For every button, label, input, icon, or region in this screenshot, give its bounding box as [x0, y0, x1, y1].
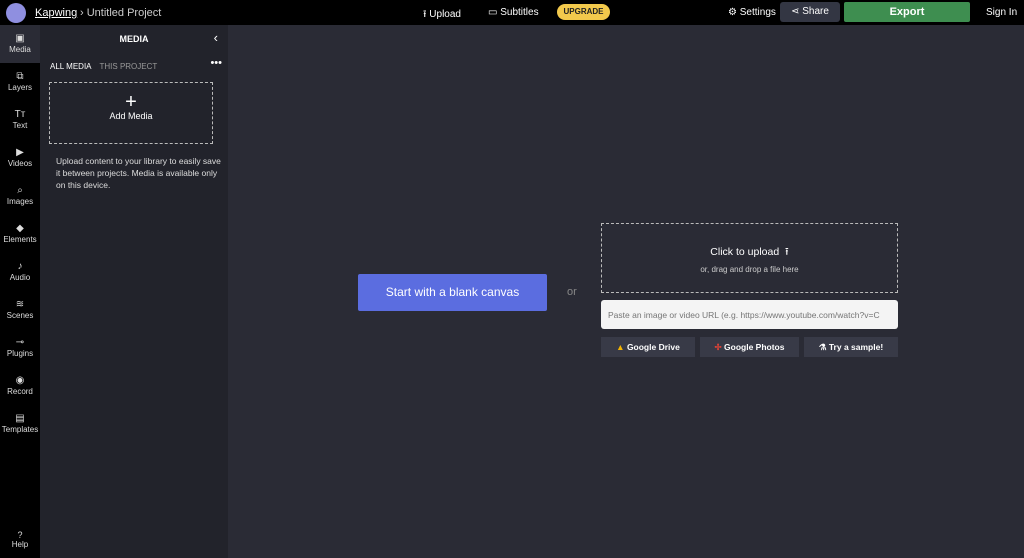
or-label: or [567, 286, 577, 298]
share-label: Share [802, 6, 829, 17]
media-icon: ▣ [15, 33, 25, 44]
sidebar-item-record[interactable]: ◉ Record [0, 367, 40, 405]
tab-all-media[interactable]: ALL MEDIA [50, 62, 92, 71]
click-upload-label: Click to upload [710, 246, 780, 258]
media-description: Upload content to your library to easily… [56, 156, 221, 190]
record-icon: ◉ [15, 375, 25, 386]
sign-in-button[interactable]: Sign In [986, 7, 1017, 18]
top-bar: Kapwing › Untitled Project ⭱ Upload ▭ Su… [0, 0, 1024, 25]
templates-icon: ▤ [15, 413, 25, 424]
drag-drop-hint: or, drag and drop a file here [700, 265, 799, 274]
sidebar-item-label: Record [7, 387, 33, 396]
sidebar-item-label: Templates [1, 425, 39, 434]
scenes-icon: ≋ [15, 299, 25, 310]
blank-canvas-button[interactable]: Start with a blank canvas [358, 274, 547, 311]
add-media-label: Add Media [109, 111, 153, 121]
breadcrumb-separator: › [80, 7, 84, 19]
sidebar-item-label: Text [12, 121, 28, 130]
project-title[interactable]: › Untitled Project [80, 7, 161, 19]
subtitles-button[interactable]: ▭ Subtitles [488, 7, 539, 18]
google-drive-button[interactable]: ▲ Google Drive [601, 337, 695, 357]
upload-label: Upload [429, 9, 461, 20]
upload-dropzone[interactable]: Click to upload ⭱ or, drag and drop a fi… [601, 223, 898, 293]
collapse-panel-icon[interactable]: ‹ [214, 30, 218, 45]
elements-icon: ◆ [16, 223, 24, 234]
tab-this-project[interactable]: THIS PROJECT [100, 62, 158, 71]
sidebar-item-images[interactable]: ⌕ Images [0, 177, 40, 215]
sidebar-item-label: Elements [3, 235, 37, 244]
sidebar-item-label: Videos [7, 159, 33, 168]
google-drive-label: Google Drive [626, 342, 680, 352]
project-name[interactable]: Untitled Project [87, 7, 162, 19]
sidebar-item-text[interactable]: Tт Text [0, 101, 40, 139]
google-photos-label: Google Photos [724, 342, 785, 352]
google-drive-icon: ▲ [616, 342, 625, 352]
sidebar-item-media[interactable]: ▣ Media [0, 25, 40, 63]
sidebar-item-elements[interactable]: ◆ Elements [0, 215, 40, 253]
panel-title: MEDIA [119, 34, 149, 44]
help-icon: ? [17, 530, 23, 540]
text-icon: Tт [14, 109, 26, 120]
help-label: Help [11, 540, 29, 549]
try-sample-label: Try a sample! [828, 342, 884, 352]
share-button[interactable]: ⋖ Share [780, 2, 840, 22]
subtitles-icon: ▭ [488, 7, 498, 18]
sidebar-item-plugins[interactable]: ⊸ Plugins [0, 329, 40, 367]
audio-icon: ♪ [17, 261, 23, 272]
plus-icon: + [125, 91, 137, 113]
videos-icon: ▶ [16, 147, 24, 158]
sidebar-rail: ▣ Media ⧉ Layers Tт Text ▶ Videos ⌕ Images ◆ Elemen… [0, 25, 40, 558]
sidebar-item-label: Media [9, 45, 31, 54]
sidebar-item-label: Plugins [6, 349, 34, 358]
sidebar-item-label: Images [6, 197, 34, 206]
settings-label: Settings [739, 7, 776, 18]
upload-icon: ⭱ [423, 9, 427, 20]
kapwing-logo[interactable] [6, 3, 26, 23]
url-input[interactable] [601, 300, 898, 329]
google-photos-icon: ✢ [714, 342, 722, 352]
sidebar-item-label: Layers [7, 83, 32, 92]
upload-icon: ⭱ [785, 246, 789, 258]
brand-link[interactable]: Kapwing [35, 7, 77, 19]
add-media-button[interactable]: + Add Media [49, 82, 213, 144]
media-panel: MEDIA ‹ ALL MEDIA THIS PROJECT ••• + Add M… [40, 25, 228, 558]
sidebar-item-audio[interactable]: ♪ Audio [0, 253, 40, 291]
more-options-icon[interactable]: ••• [210, 57, 222, 69]
settings-button[interactable]: ⚙ Settings [728, 7, 776, 18]
subtitles-label: Subtitles [500, 7, 539, 18]
upload-button[interactable]: ⭱ Upload [423, 7, 461, 24]
images-icon: ⌕ [17, 185, 23, 196]
upgrade-button[interactable]: UPGRADE [557, 4, 610, 20]
gear-icon: ⚙ [728, 7, 737, 18]
sidebar-item-scenes[interactable]: ≋ Scenes [0, 291, 40, 329]
sidebar-item-label: Audio [9, 273, 31, 282]
help-button[interactable]: ? Help [0, 530, 40, 549]
try-sample-button[interactable]: ⚗ Try a sample! [804, 337, 898, 357]
export-button[interactable]: Export [844, 2, 970, 22]
sidebar-item-layers[interactable]: ⧉ Layers [0, 63, 40, 101]
google-photos-button[interactable]: ✢ Google Photos [700, 337, 799, 357]
sidebar-item-videos[interactable]: ▶ Videos [0, 139, 40, 177]
share-icon: ⋖ [791, 6, 800, 17]
plugins-icon: ⊸ [15, 337, 25, 348]
layers-icon: ⧉ [16, 71, 24, 82]
sidebar-item-label: Scenes [6, 311, 34, 320]
sidebar-item-templates[interactable]: ▤ Templates [0, 405, 40, 443]
flask-icon: ⚗ [818, 342, 827, 352]
